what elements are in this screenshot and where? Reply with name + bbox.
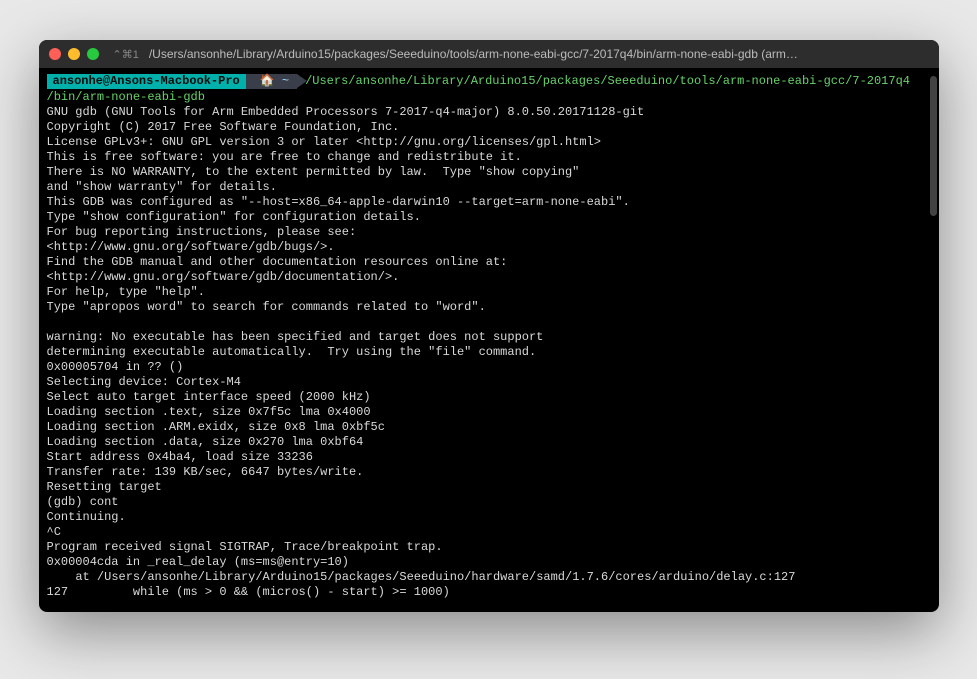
prompt-line: ansonhe@Ansons-Macbook-Pro 🏠 ~ /Users/anso… bbox=[47, 74, 931, 89]
scrollbar-thumb[interactable] bbox=[930, 76, 937, 216]
command-text-line1: /Users/ansonhe/Library/Arduino15/package… bbox=[305, 74, 910, 88]
terminal-body[interactable]: ansonhe@Ansons-Macbook-Pro 🏠 ~ /Users/anso… bbox=[39, 68, 939, 612]
maximize-button[interactable] bbox=[87, 48, 99, 60]
prompt-user-host: ansonhe@Ansons-Macbook-Pro bbox=[47, 74, 246, 89]
terminal-window: ⌃⌘1 /Users/ansonhe/Library/Arduino15/pac… bbox=[39, 40, 939, 612]
window-controls bbox=[49, 48, 99, 60]
terminal-output: GNU gdb (GNU Tools for Arm Embedded Proc… bbox=[47, 105, 931, 600]
window-title: /Users/ansonhe/Library/Arduino15/package… bbox=[149, 47, 929, 61]
command-text-line2: /bin/arm-none-eabi-gdb bbox=[47, 90, 931, 105]
home-icon: 🏠 ~ bbox=[260, 74, 289, 88]
close-button[interactable] bbox=[49, 48, 61, 60]
titlebar-meta: ⌃⌘1 bbox=[113, 48, 139, 61]
prompt-path-home: 🏠 ~ bbox=[246, 74, 297, 89]
titlebar[interactable]: ⌃⌘1 /Users/ansonhe/Library/Arduino15/pac… bbox=[39, 40, 939, 68]
minimize-button[interactable] bbox=[68, 48, 80, 60]
